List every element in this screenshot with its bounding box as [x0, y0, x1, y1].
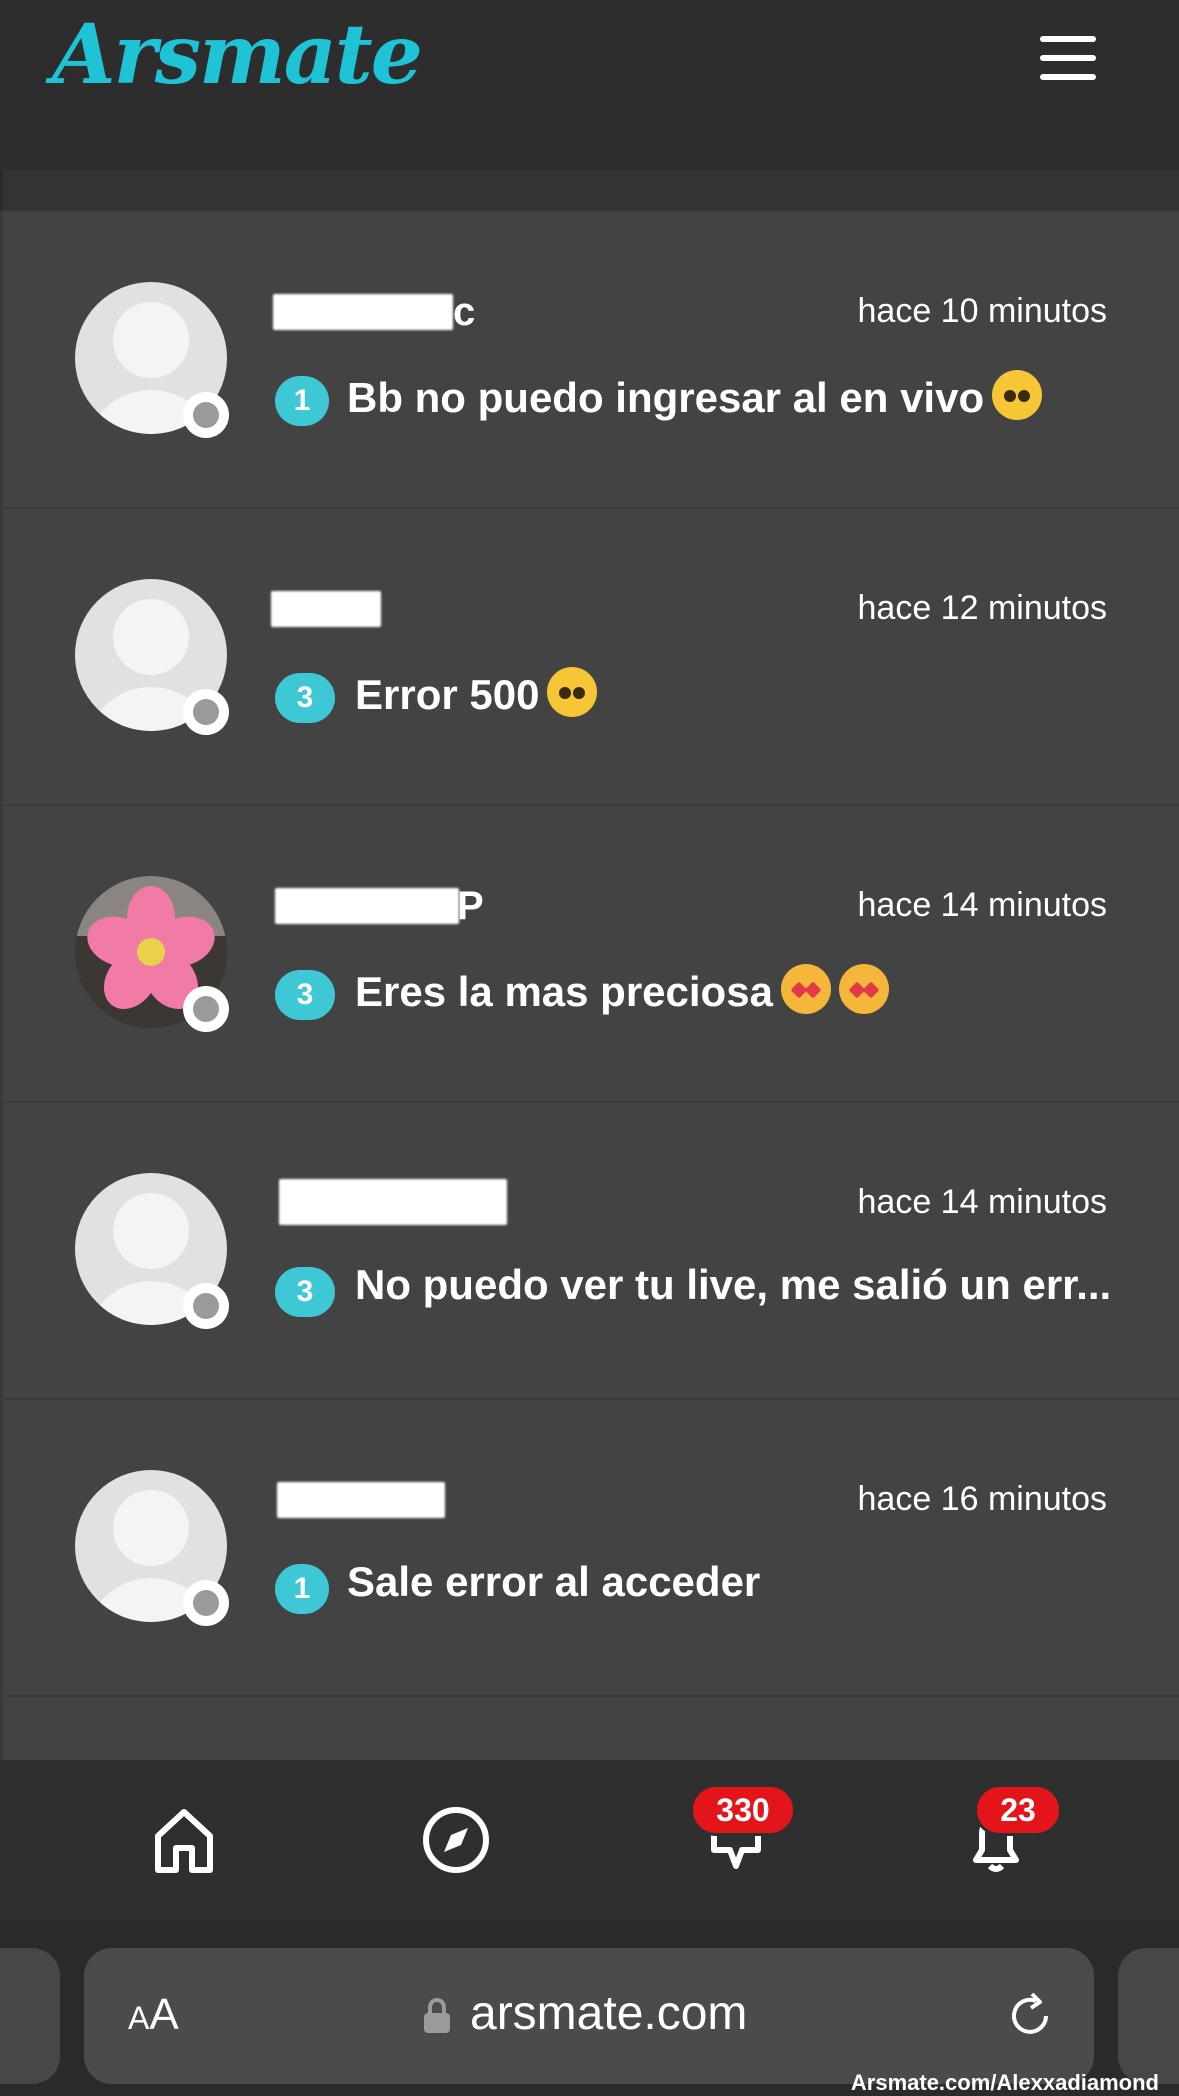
compass-icon[interactable]	[416, 1800, 496, 1880]
unread-count-badge: 1	[275, 376, 329, 426]
conversation-row[interactable]: hace 14 minutos 3 No puedo ver tu live, …	[0, 1101, 1179, 1398]
redacted-name	[273, 294, 453, 330]
offline-status-icon	[183, 986, 229, 1032]
conversation-row[interactable]: c hace 10 minutos 1 Bb no puedo ingresar…	[0, 210, 1179, 507]
message-preview: Eres la mas preciosa	[355, 964, 889, 1016]
list-footer	[0, 1695, 1179, 1760]
conversation-row[interactable]: hace 12 minutos 3 Error 500	[0, 507, 1179, 804]
message-time: hace 12 minutos	[857, 589, 1108, 627]
contact-name: c	[453, 290, 476, 334]
offline-status-icon	[183, 1580, 229, 1626]
url-text[interactable]: arsmate.com	[470, 1986, 747, 2041]
messages-count-badge: 330	[690, 1784, 796, 1836]
top-header: Arsmate	[0, 0, 1179, 170]
text-size-button[interactable]: AA	[128, 1990, 179, 2040]
offline-status-icon	[183, 392, 229, 438]
pleading-face-emoji	[992, 370, 1043, 420]
notifications-count-badge: 23	[974, 1784, 1062, 1836]
address-bar[interactable]: AA arsmate.com	[84, 1948, 1094, 2084]
lock-icon	[424, 1998, 450, 2033]
message-time: hace 16 minutos	[857, 1480, 1108, 1518]
app-logo[interactable]: Arsmate	[52, 0, 423, 110]
app-page: Arsmate c hace 10 minutos 1 Bb no puedo …	[0, 0, 1179, 2096]
pleading-face-emoji	[547, 667, 598, 717]
next-tab[interactable]	[1118, 1948, 1179, 2084]
header-divider	[0, 170, 1179, 210]
conversation-list: c hace 10 minutos 1 Bb no puedo ingresar…	[0, 210, 1179, 1695]
unread-count-badge: 1	[275, 1564, 329, 1614]
message-preview: Bb no puedo ingresar al en vivo	[347, 370, 1043, 422]
home-icon[interactable]	[144, 1800, 224, 1880]
message-preview: No puedo ver tu live, me salió un err...	[355, 1261, 1112, 1308]
unread-count-badge: 3	[275, 970, 335, 1020]
message-preview: Sale error al acceder	[347, 1558, 761, 1605]
smiling-face-with-hearts-emoji	[838, 964, 889, 1014]
unread-count-badge: 3	[275, 1267, 335, 1317]
message-time: hace 14 minutos	[857, 886, 1108, 924]
redacted-name	[277, 1482, 445, 1518]
browser-toolbar: AA arsmate.com Arsmate.com/Alexxadiamond	[0, 1920, 1179, 2096]
message-time: hace 14 minutos	[857, 1183, 1108, 1221]
bottom-nav: 330 23	[0, 1760, 1179, 1920]
contact-name: P	[457, 884, 484, 928]
unread-count-badge: 3	[275, 673, 335, 723]
previous-tab[interactable]	[0, 1948, 60, 2084]
redacted-name	[271, 591, 381, 627]
redacted-name	[275, 888, 459, 924]
offline-status-icon	[183, 1283, 229, 1329]
offline-status-icon	[183, 689, 229, 735]
message-preview: Error 500	[355, 667, 598, 719]
smiling-face-with-hearts-emoji	[780, 964, 831, 1014]
message-time: hace 10 minutos	[857, 292, 1108, 330]
conversation-row[interactable]: hace 16 minutos 1 Sale error al acceder	[0, 1398, 1179, 1695]
conversation-row[interactable]: P hace 14 minutos 3 Eres la mas preciosa	[0, 804, 1179, 1101]
hamburger-menu-icon[interactable]	[1040, 36, 1096, 80]
watermark: Arsmate.com/Alexxadiamond	[850, 2070, 1159, 2095]
redacted-name	[279, 1179, 507, 1225]
reload-icon[interactable]	[1002, 1988, 1058, 2044]
